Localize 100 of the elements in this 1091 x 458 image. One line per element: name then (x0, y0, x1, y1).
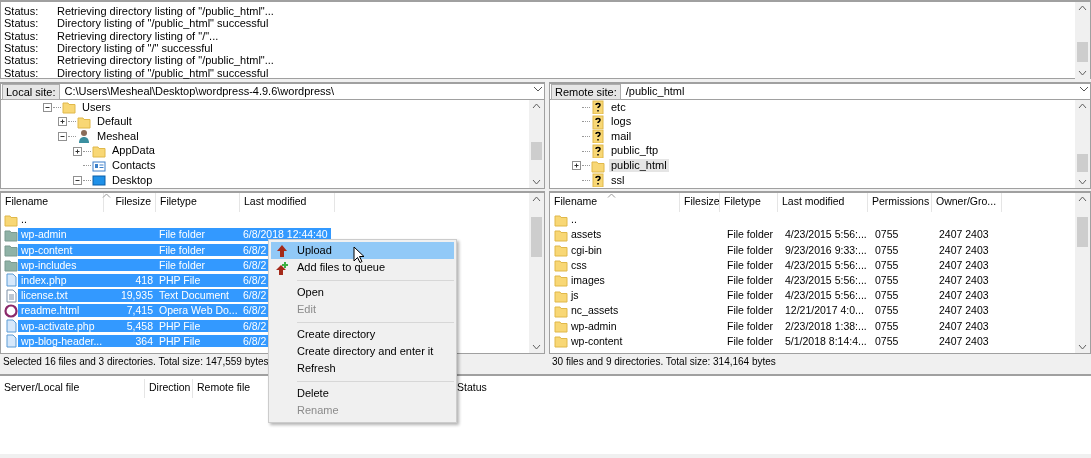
table-cell-text: 0755 (874, 274, 900, 287)
tree-item[interactable]: AppData (110, 144, 157, 158)
table-cell-text: 6/8/2 (242, 258, 268, 272)
table-cell-text: cgi-bin (570, 243, 603, 257)
table-cell-text: 2407 2403 (938, 319, 990, 333)
table-cell-text: File folder (726, 258, 775, 272)
log-label: Status: (4, 54, 40, 68)
tree-item[interactable]: Mesheal (95, 129, 141, 144)
tree-item[interactable]: Users (80, 100, 113, 114)
table-cell-text: File folder (158, 243, 207, 257)
upload-icon (275, 244, 289, 258)
table-cell-text: wp-content (570, 334, 624, 348)
collapse-icon[interactable] (43, 102, 52, 112)
tree-item[interactable]: logs (609, 115, 634, 129)
log-message: Directory listing of "/public_html" successful (57, 66, 269, 79)
table-cell-text: File folder (726, 243, 775, 257)
expand-icon[interactable] (58, 117, 67, 127)
scrollbar-thumb[interactable] (1077, 42, 1088, 62)
tree-item[interactable]: public_html (609, 159, 669, 173)
column-header[interactable]: Filetype (720, 193, 778, 212)
table-cell-text: 6/8/2 (242, 243, 268, 257)
table-cell-text: File folder (726, 304, 775, 317)
menu-item[interactable]: Open (271, 283, 454, 302)
column-header[interactable]: Last modified (240, 193, 335, 212)
column-header[interactable]: Filename (550, 193, 680, 212)
table-cell-text: 2407 2403 (938, 304, 990, 317)
scrollbar-thumb[interactable] (1077, 154, 1088, 172)
column-header[interactable]: Filesize (104, 193, 156, 212)
status-text: Selected 16 files and 3 directories. Total size: 147,559 bytes (3, 356, 269, 367)
table-cell-text: 0755 (874, 289, 900, 302)
folder-icon (554, 258, 568, 273)
dropdown-icon[interactable] (1078, 84, 1090, 94)
tree-item[interactable]: Desktop (110, 173, 155, 187)
scrollbar-thumb[interactable] (1077, 217, 1088, 247)
folder-icon (554, 242, 568, 257)
table-cell-text: 19,935 (119, 289, 154, 302)
table-cell-text: Opera Web Do... (158, 304, 239, 317)
log-label: Status: (4, 4, 40, 18)
table-cell-text: 4/23/2015 5:56:... (784, 274, 868, 287)
table-cell-text: 0755 (874, 258, 900, 272)
folder-icon (591, 158, 605, 173)
table-cell-text: css (570, 258, 588, 272)
log-message: Retrieving directory listing of "/"... (57, 29, 219, 42)
expand-icon[interactable] (572, 161, 581, 171)
table-cell-text: 2407 2403 (938, 258, 990, 272)
column-header[interactable]: Last modified (778, 193, 868, 212)
table-cell-text: 0755 (874, 228, 900, 242)
scrollbar-thumb[interactable] (531, 217, 542, 257)
expand-icon[interactable] (73, 146, 82, 156)
folder-icon (77, 114, 91, 129)
menu-item[interactable]: Upload (271, 242, 454, 260)
table-cell-text: File folder (726, 228, 775, 242)
tree-item[interactable]: Default (95, 115, 134, 129)
column-header[interactable]: Owner/Gro... (932, 193, 1002, 212)
question-folder-icon (591, 114, 605, 129)
column-header[interactable]: Permissions (868, 193, 932, 212)
collapse-icon[interactable] (58, 132, 67, 141)
column-header[interactable]: Server/Local file (0, 379, 145, 398)
table-cell-text: PHP File (158, 274, 202, 287)
column-header[interactable]: Direction (145, 379, 193, 398)
table-cell-text: 0755 (874, 334, 900, 348)
scrollbar-thumb[interactable] (531, 142, 542, 160)
table-cell-text: 6/8/2018 12:44:40 (242, 228, 329, 242)
folder-icon (554, 303, 568, 318)
column-header[interactable]: Filetype (156, 193, 240, 212)
table-cell-text: 2/23/2018 1:38:... (784, 319, 868, 333)
dropdown-icon[interactable] (532, 84, 544, 94)
table-cell-text: 0755 (874, 319, 900, 333)
table-cell-text: 9/23/2016 9:33:... (784, 243, 868, 257)
folder-icon (554, 288, 568, 303)
table-cell-text: PHP File (158, 319, 202, 333)
table-cell-text: File folder (726, 274, 775, 287)
table-cell-text: 2407 2403 (938, 334, 990, 348)
path-combo[interactable]: C:\Users\Mesheal\Desktop\wordpress-4.9.6\wordpress\ (60, 84, 544, 99)
tree-item[interactable]: Contacts (110, 159, 158, 173)
menu-item[interactable]: Refresh (271, 360, 454, 378)
tree-item[interactable]: ssl (609, 173, 627, 187)
tree-item[interactable]: public_ftp (609, 144, 661, 158)
tree-item[interactable]: etc (609, 100, 628, 114)
log-message: Retrieving directory listing of "/public_html"... (57, 54, 274, 67)
path-combo[interactable]: /public_html (621, 84, 1090, 99)
column-header[interactable]: Status (453, 379, 491, 398)
table-cell-text: File folder (158, 258, 207, 272)
menu-item[interactable]: Create directory (271, 325, 454, 343)
folder-icon (554, 318, 568, 333)
log-label: Status: (4, 66, 40, 80)
tree-item[interactable]: mail (609, 129, 634, 144)
collapse-icon[interactable] (73, 175, 82, 185)
menu-item[interactable]: Add files to queue (271, 259, 454, 277)
column-header[interactable]: Filesize (680, 193, 720, 212)
table-cell-text: wp-includes (20, 258, 78, 272)
table-cell-text: 5,458 (125, 319, 154, 333)
question-folder-icon (591, 100, 605, 115)
table-cell-text: readme.html (20, 304, 81, 317)
folder-icon (4, 212, 18, 227)
column-header[interactable]: Filename (1, 193, 104, 212)
table-cell-text: 12/21/2017 4:0... (784, 304, 865, 317)
menu-item[interactable]: Delete (271, 384, 454, 403)
log-message: Directory listing of "/" successful (57, 41, 213, 54)
menu-item[interactable]: Create directory and enter it (271, 342, 454, 361)
